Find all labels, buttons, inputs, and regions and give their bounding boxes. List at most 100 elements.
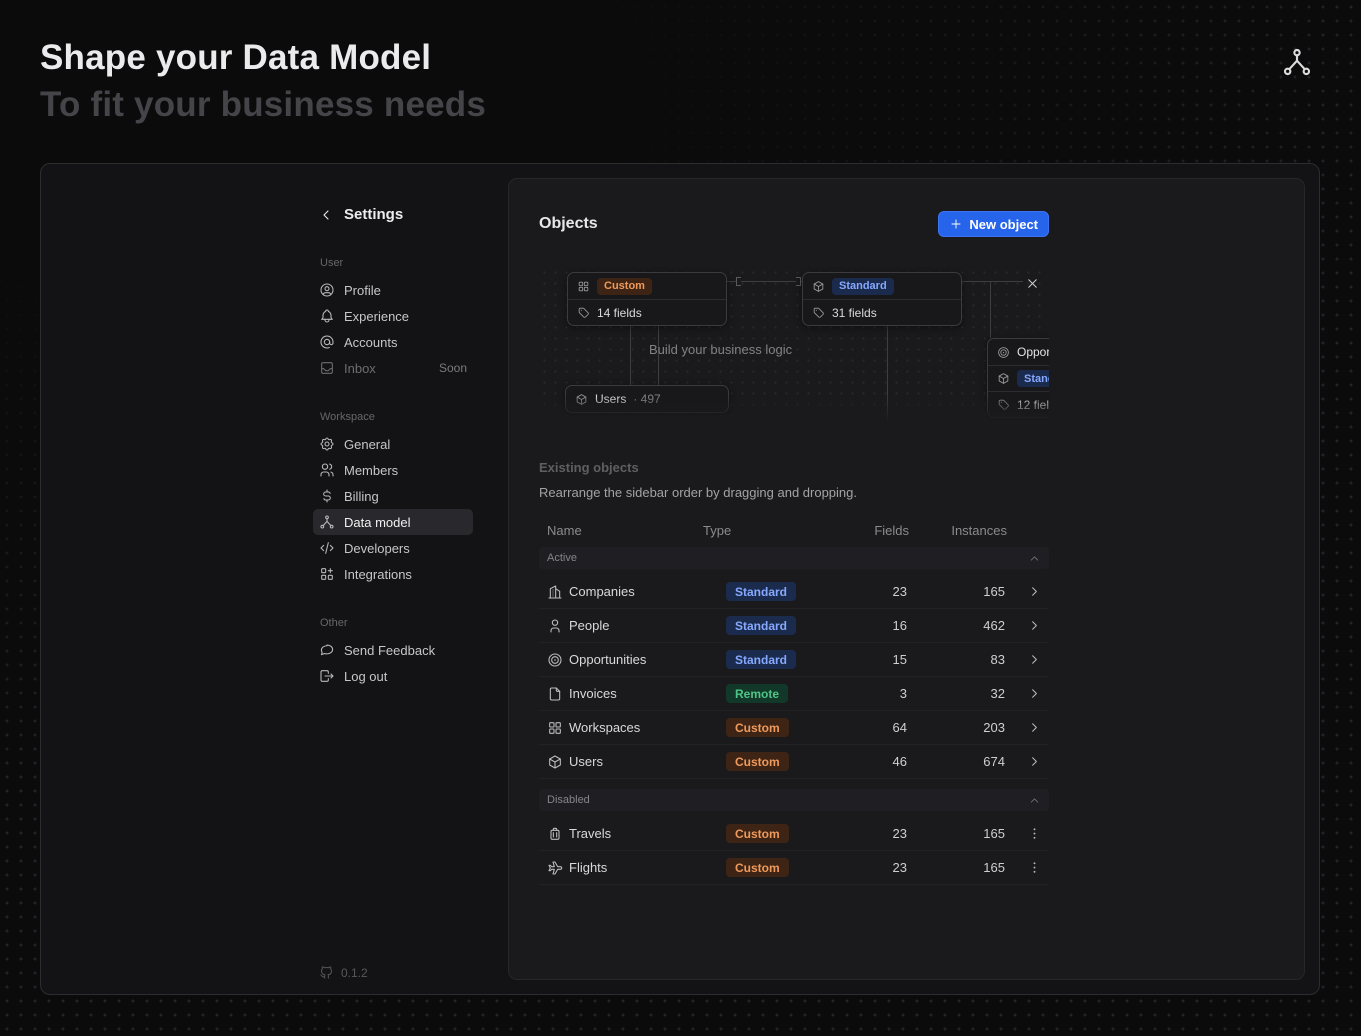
cube-icon: [812, 280, 825, 293]
sidebar-item-general[interactable]: General: [313, 431, 473, 457]
connector-line: [630, 325, 631, 385]
connector-line: [962, 281, 1023, 282]
file-icon: [547, 686, 563, 702]
settings-back[interactable]: Settings: [313, 206, 513, 223]
sidebar-item-data-model[interactable]: Data model: [313, 509, 473, 535]
instances-count: 674: [907, 754, 1005, 769]
dots-vertical-icon[interactable]: [1027, 860, 1042, 875]
group-header-disabled[interactable]: Disabled: [539, 789, 1049, 811]
chevron-left-icon: [318, 207, 334, 223]
object-name: Invoices: [569, 686, 726, 701]
sidebar-item-accounts[interactable]: Accounts: [313, 329, 473, 355]
chevron-up-icon: [1028, 552, 1041, 565]
code-icon: [319, 540, 335, 556]
type-badge: Standard: [726, 616, 796, 635]
type-badge: Standard: [726, 582, 796, 601]
chevron-right-icon[interactable]: [1027, 618, 1042, 633]
existing-objects-heading: Existing objects: [539, 460, 1049, 475]
new-object-button[interactable]: New object: [938, 211, 1049, 237]
github-icon: [319, 965, 334, 980]
section-label-other: Other: [313, 617, 513, 629]
user-circle-icon: [319, 282, 335, 298]
table-row-opportunities[interactable]: Opportunities Standard 15 83: [539, 643, 1049, 677]
sidebar-item-log-out[interactable]: Log out: [313, 663, 473, 689]
chevron-right-icon[interactable]: [1027, 584, 1042, 599]
fields-count: 23: [849, 860, 907, 875]
sidebar-item-label: General: [344, 437, 390, 452]
sidebar-item-developers[interactable]: Developers: [313, 535, 473, 561]
instances-count: 165: [907, 584, 1005, 599]
dots-vertical-icon[interactable]: [1027, 826, 1042, 841]
fields-count: 23: [849, 826, 907, 841]
type-badge: Custom: [726, 824, 789, 843]
table-row-companies[interactable]: Companies Standard 23 165: [539, 575, 1049, 609]
table-row-invoices[interactable]: Invoices Remote 3 32: [539, 677, 1049, 711]
sidebar-item-send-feedback[interactable]: Send Feedback: [313, 637, 473, 663]
settings-sidebar: Settings User Profile Experience Account…: [313, 164, 513, 994]
table-row-travels[interactable]: Travels Custom 23 165: [539, 817, 1049, 851]
chevron-right-icon[interactable]: [1027, 686, 1042, 701]
fields-count: 64: [849, 720, 907, 735]
tag-icon: [577, 306, 590, 319]
object-name: Companies: [569, 584, 726, 599]
chevron-right-icon[interactable]: [1027, 652, 1042, 667]
connector-port: [796, 277, 801, 286]
page-subtitle: To fit your business needs: [40, 83, 486, 127]
group-header-active[interactable]: Active: [539, 547, 1049, 569]
logout-icon: [319, 668, 335, 684]
fields-count: 15: [849, 652, 907, 667]
chevron-right-icon[interactable]: [1027, 720, 1042, 735]
connector-port: [736, 277, 741, 286]
object-node-custom[interactable]: Custom 14 fields: [567, 272, 727, 326]
fields-count: 46: [849, 754, 907, 769]
sidebar-item-label: Profile: [344, 283, 381, 298]
sidebar-item-label: Data model: [344, 515, 410, 530]
column-type: Type: [703, 523, 847, 538]
object-name: Workspaces: [569, 720, 726, 735]
panel-title: Objects: [539, 215, 598, 233]
table-row-people[interactable]: People Standard 16 462: [539, 609, 1049, 643]
object-name: People: [569, 618, 726, 633]
section-label-workspace: Workspace: [313, 411, 513, 423]
chevron-right-icon[interactable]: [1027, 754, 1042, 769]
sidebar-item-label: Developers: [344, 541, 410, 556]
object-name: Travels: [569, 826, 726, 841]
type-badge: Standard: [832, 278, 894, 295]
type-badge: Standard: [726, 650, 796, 669]
fields-count: 23: [849, 584, 907, 599]
close-icon[interactable]: [1025, 276, 1040, 291]
sidebar-item-inbox: Inbox Soon: [313, 355, 473, 381]
sidebar-item-members[interactable]: Members: [313, 457, 473, 483]
tag-icon: [812, 306, 825, 319]
cube-icon: [997, 372, 1010, 385]
object-node-standard[interactable]: Standard 31 fields: [802, 272, 962, 326]
diagram-caption: Build your business logic: [649, 342, 792, 357]
sidebar-item-label: Inbox: [344, 361, 376, 376]
group-label: Active: [547, 552, 577, 564]
table-row-users[interactable]: Users Custom 46 674: [539, 745, 1049, 779]
target-icon: [997, 346, 1010, 359]
soon-badge: Soon: [439, 361, 467, 375]
diagram-fade: [539, 394, 1049, 422]
chevron-up-icon: [1028, 794, 1041, 807]
cube-icon: [547, 754, 563, 770]
sidebar-item-billing[interactable]: Billing: [313, 483, 473, 509]
settings-window: Settings User Profile Experience Account…: [40, 163, 1320, 995]
sidebar-item-experience[interactable]: Experience: [313, 303, 473, 329]
grid-icon: [547, 720, 563, 736]
bell-icon: [319, 308, 335, 324]
existing-objects-description: Rearrange the sidebar order by dragging …: [539, 485, 1049, 500]
table-row-workspaces[interactable]: Workspaces Custom 64 203: [539, 711, 1049, 745]
type-badge: Custom: [726, 752, 789, 771]
table-row-flights[interactable]: Flights Custom 23 165: [539, 851, 1049, 885]
type-badge: Custom: [726, 858, 789, 877]
instances-count: 165: [907, 860, 1005, 875]
sidebar-item-integrations[interactable]: Integrations: [313, 561, 473, 587]
plus-icon: [949, 217, 963, 231]
column-fields: Fields: [847, 523, 909, 538]
sidebar-item-profile[interactable]: Profile: [313, 277, 473, 303]
message-icon: [319, 642, 335, 658]
data-model-logo-icon: [1281, 46, 1313, 78]
sidebar-item-label: Experience: [344, 309, 409, 324]
new-object-label: New object: [969, 217, 1038, 232]
